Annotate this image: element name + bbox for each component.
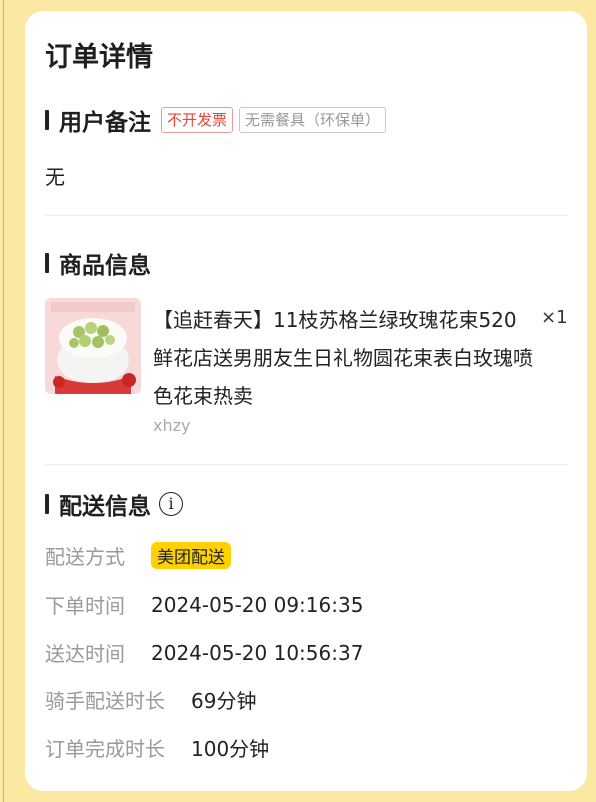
order-time-value: 2024-05-20 09:16:35 <box>151 592 364 617</box>
delivered-time-value: 2024-05-20 10:56:37 <box>151 640 364 665</box>
rider-duration-row: 骑手配送时长 69分钟 <box>45 685 256 714</box>
delivery-method-label: 配送方式 <box>45 545 125 569</box>
product-thumbnail[interactable] <box>45 298 141 394</box>
order-detail-card: 订单详情 用户备注 不开发票 无需餐具（环保单） 无 商品信息 【追赶春天】11… <box>25 11 587 791</box>
info-icon[interactable]: i <box>159 492 183 516</box>
product-quantity: ×1 <box>541 307 568 328</box>
page-title: 订单详情 <box>45 42 153 73</box>
tag-no-invoice: 不开发票 <box>161 107 234 133</box>
tag-no-tableware: 无需餐具（环保单） <box>239 107 387 133</box>
product-name[interactable]: 【追赶春天】11枝苏格兰绿玫瑰花束520鲜花店送男朋友生日礼物圆花束表白玫瑰喷色… <box>153 301 533 415</box>
product-section-header: 商品信息 <box>45 246 151 280</box>
order-complete-duration-label: 订单完成时长 <box>45 737 165 761</box>
divider <box>45 464 568 465</box>
section-marker <box>45 494 49 514</box>
order-complete-duration-row: 订单完成时长 100分钟 <box>45 733 269 762</box>
delivery-section-title: 配送信息 <box>59 494 151 520</box>
product-spec: xhzy <box>153 416 191 435</box>
flower-bouquet-icon <box>45 298 141 394</box>
section-marker <box>45 110 49 130</box>
order-complete-duration-value: 100分钟 <box>191 737 270 761</box>
delivery-section-header: 配送信息 i <box>45 487 183 521</box>
rider-duration-value: 69分钟 <box>191 689 257 713</box>
remark-note: 无 <box>45 165 65 189</box>
delivery-method-badge: 美团配送 <box>151 542 231 569</box>
product-section-title: 商品信息 <box>59 253 151 279</box>
rider-duration-label: 骑手配送时长 <box>45 689 165 713</box>
section-marker <box>45 253 49 273</box>
remarks-section-header: 用户备注 不开发票 无需餐具（环保单） <box>45 103 387 137</box>
delivery-method-row: 配送方式 美团配送 <box>45 541 231 570</box>
delivered-time-label: 送达时间 <box>45 642 125 666</box>
order-time-label: 下单时间 <box>45 594 125 618</box>
window-edge-line <box>3 0 4 802</box>
remarks-section-title: 用户备注 <box>59 110 151 136</box>
order-time-row: 下单时间 2024-05-20 09:16:35 <box>45 590 363 619</box>
divider <box>45 215 568 216</box>
delivered-time-row: 送达时间 2024-05-20 10:56:37 <box>45 638 363 667</box>
